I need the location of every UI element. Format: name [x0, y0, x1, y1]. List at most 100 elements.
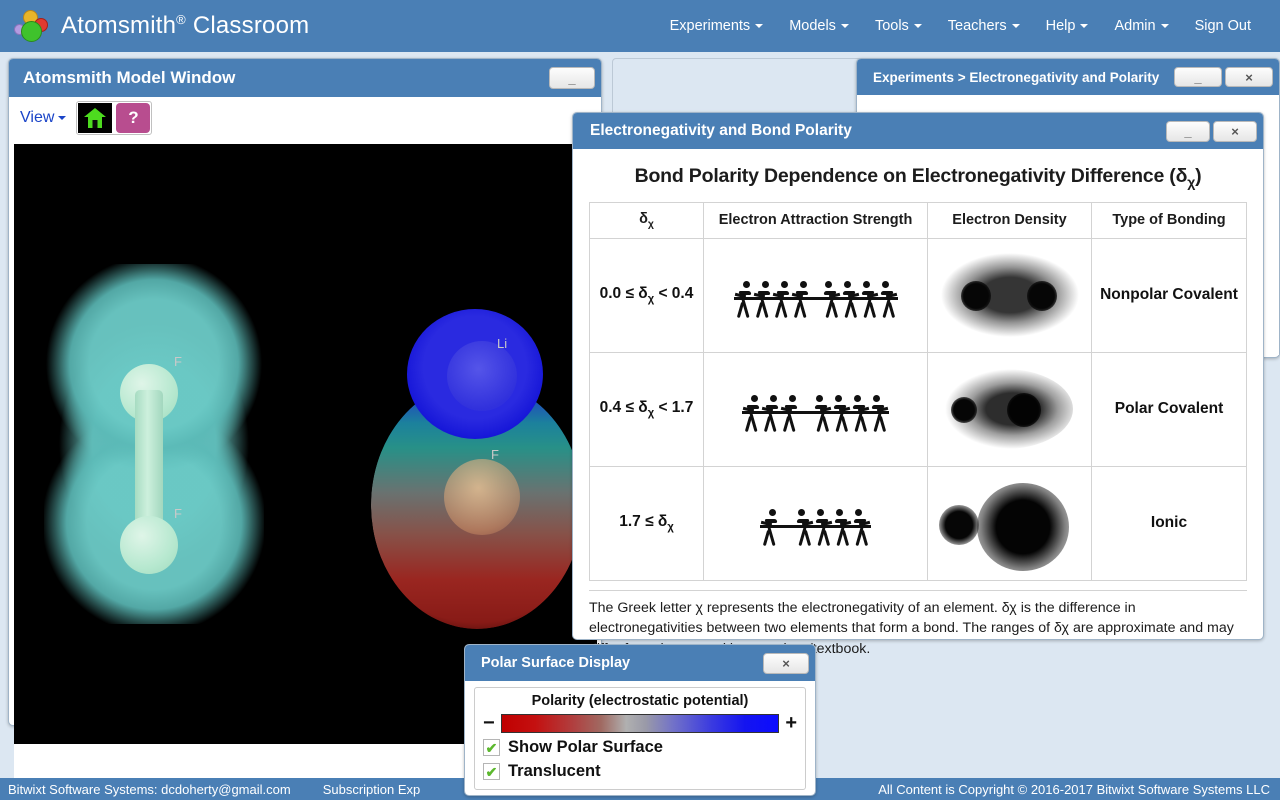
puller-icon [832, 395, 851, 439]
puller-icon [772, 281, 791, 325]
cell-density [927, 351, 1092, 467]
view-menu-label: View [20, 109, 55, 126]
rope-line [742, 411, 889, 414]
density-ion-small [938, 505, 979, 546]
cell-bond-type: Polar Covalent [1091, 351, 1247, 467]
cell-attraction [703, 351, 928, 467]
electron-density-image [929, 245, 1090, 345]
status-bar-subscription: Subscription Exp [322, 781, 421, 797]
table-row: 1.7 ≤ δχ Ionic [589, 465, 1247, 581]
nav-item-label: Experiments [669, 18, 751, 34]
cell-attraction [703, 237, 928, 353]
nav-item-admin[interactable]: Admin [1101, 12, 1181, 40]
checkbox-row-show-polar-surface[interactable]: ✔ Show Polar Surface [483, 738, 797, 757]
minimize-button[interactable]: _ [1166, 120, 1210, 142]
atom-label-li: Li [497, 336, 508, 351]
nav-item-tools[interactable]: Tools [862, 12, 935, 40]
tug-of-war-diagram [705, 493, 926, 553]
atomsmith-model-window: Atomsmith Model Window _ View ? F F Li F [8, 58, 602, 784]
nav-item-models[interactable]: Models [776, 12, 862, 40]
electron-density-image [929, 359, 1090, 459]
cell-range: 1.7 ≤ δχ [589, 465, 704, 581]
translucent-checkbox[interactable]: ✔ [483, 763, 500, 780]
chevron-down-icon [840, 24, 849, 29]
checkbox-row-translucent[interactable]: ✔ Translucent [483, 762, 797, 781]
en-window-title: Electronegativity and Bond Polarity [590, 122, 852, 139]
molecule-f2[interactable]: F F [44, 264, 264, 624]
view-menu-button[interactable]: View [20, 109, 67, 127]
minimize-button[interactable]: _ [549, 67, 595, 89]
nav-item-teachers[interactable]: Teachers [935, 12, 1033, 40]
model-window-controls: _ [549, 67, 601, 89]
rope-line [733, 297, 898, 300]
f2-atom-2 [120, 516, 178, 574]
chevron-down-icon [755, 24, 764, 29]
range-pre: 0.0 ≤ δ [599, 285, 648, 303]
model-icon-bar: ? [76, 101, 153, 135]
polarity-gradient-bar [500, 713, 780, 733]
close-button[interactable]: × [1213, 120, 1257, 142]
close-button[interactable]: × [1225, 67, 1273, 87]
table-header-row: δχ Electron Attraction Strength Electron… [589, 201, 1247, 239]
range-sub: χ [667, 521, 674, 534]
puller-icon [813, 395, 832, 439]
cell-attraction [703, 465, 928, 581]
range-pre: 1.7 ≤ δ [619, 513, 668, 531]
polarity-scale-row: − + [483, 713, 797, 733]
bond-polarity-table: δχ Electron Attraction Strength Electron… [589, 201, 1247, 581]
model-window-titlebar[interactable]: Atomsmith Model Window _ [9, 59, 601, 97]
puller-icon [822, 281, 841, 325]
polar-surface-display-dialog: Polar Surface Display × Polarity (electr… [464, 644, 816, 796]
puller-icon [734, 281, 753, 325]
en-window-controls: _ × [1166, 120, 1263, 142]
column-header-label: δ [639, 210, 648, 227]
close-button[interactable]: × [763, 652, 809, 674]
puller-icon [841, 281, 860, 325]
nav-item-label: Tools [874, 18, 909, 34]
pullers-left [742, 395, 799, 439]
en-window-titlebar[interactable]: Electronegativity and Bond Polarity _ × [573, 113, 1263, 149]
column-header-sub: χ [647, 218, 654, 230]
atom-label-f: F [491, 447, 499, 462]
column-header-density: Electron Density [927, 201, 1092, 239]
puller-icon [742, 395, 761, 439]
minimize-button[interactable]: _ [1174, 67, 1222, 87]
nav-item-sign-out[interactable]: Sign Out [1182, 12, 1264, 40]
nav-item-help[interactable]: Help [1033, 12, 1102, 40]
pullers-right [822, 281, 898, 325]
psd-titlebar[interactable]: Polar Surface Display × [465, 645, 815, 681]
show-polar-surface-checkbox[interactable]: ✔ [483, 739, 500, 756]
molecule-lif[interactable]: Li F [359, 309, 589, 629]
en-heading-suffix: ) [1195, 165, 1202, 187]
en-heading: Bond Polarity Dependence on Electronegat… [589, 165, 1247, 190]
chevron-down-icon [1160, 24, 1169, 29]
pullers-right [795, 509, 871, 553]
electronegativity-window: Electronegativity and Bond Polarity _ × … [572, 112, 1264, 657]
en-heading-prefix: Bond Polarity Dependence on Electronegat… [634, 165, 1188, 187]
density-nucleus-right [1006, 393, 1041, 428]
brand[interactable]: Atomsmith® Classroom [14, 8, 309, 44]
table-row: 0.4 ≤ δχ < 1.7 Polar Covalent [589, 351, 1247, 467]
brand-registered-mark: ® [176, 12, 186, 27]
puller-icon [814, 509, 833, 553]
nav-item-experiments[interactable]: Experiments [657, 12, 777, 40]
question-mark-icon[interactable]: ? [116, 103, 151, 133]
column-header-delta-chi: δχ [589, 201, 704, 239]
atom-label-f-bottom: F [174, 506, 182, 521]
pullers-left [760, 509, 779, 553]
puller-icon [753, 281, 772, 325]
range-post: < 1.7 [654, 399, 694, 417]
status-bar-account: Bitwixt Software Systems: dcdoherty@gmai… [8, 781, 291, 797]
density-nucleus-left [960, 281, 991, 312]
lif-atom-li [447, 341, 517, 411]
cell-density [927, 237, 1092, 353]
puller-icon [780, 395, 799, 439]
density-nucleus-left [950, 397, 977, 424]
nav-menu: Experiments Models Tools Teachers Help A… [657, 12, 1264, 40]
experiments-window-titlebar[interactable]: Experiments > Electronegativity and Pola… [857, 59, 1279, 95]
home-icon[interactable] [78, 103, 113, 133]
experiments-window-controls: _ × [1174, 67, 1279, 87]
translucent-label: Translucent [508, 762, 601, 780]
range-pre: 0.4 ≤ δ [599, 399, 648, 417]
nav-item-label: Teachers [947, 18, 1007, 34]
